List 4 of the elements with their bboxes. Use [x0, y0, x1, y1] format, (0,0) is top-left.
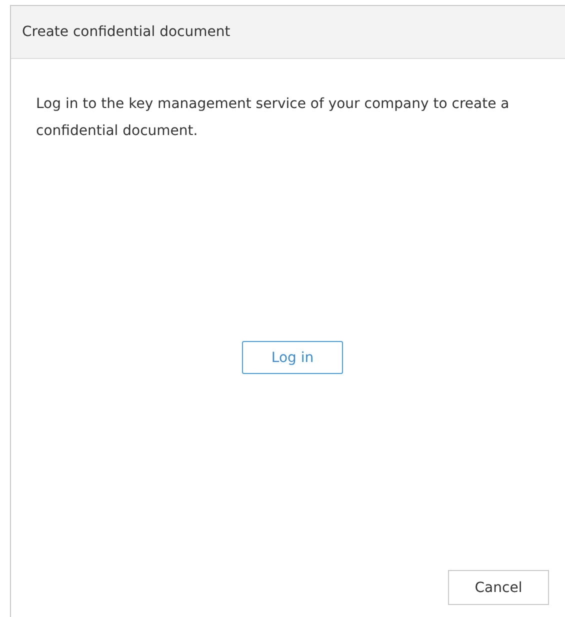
dialog-message: Log in to the key management service of your company to create a confidential document. [36, 95, 510, 141]
dialog-title: Create confidential document [22, 24, 230, 40]
login-button[interactable]: Log in [242, 341, 343, 374]
cancel-button[interactable]: Cancel [448, 570, 549, 605]
